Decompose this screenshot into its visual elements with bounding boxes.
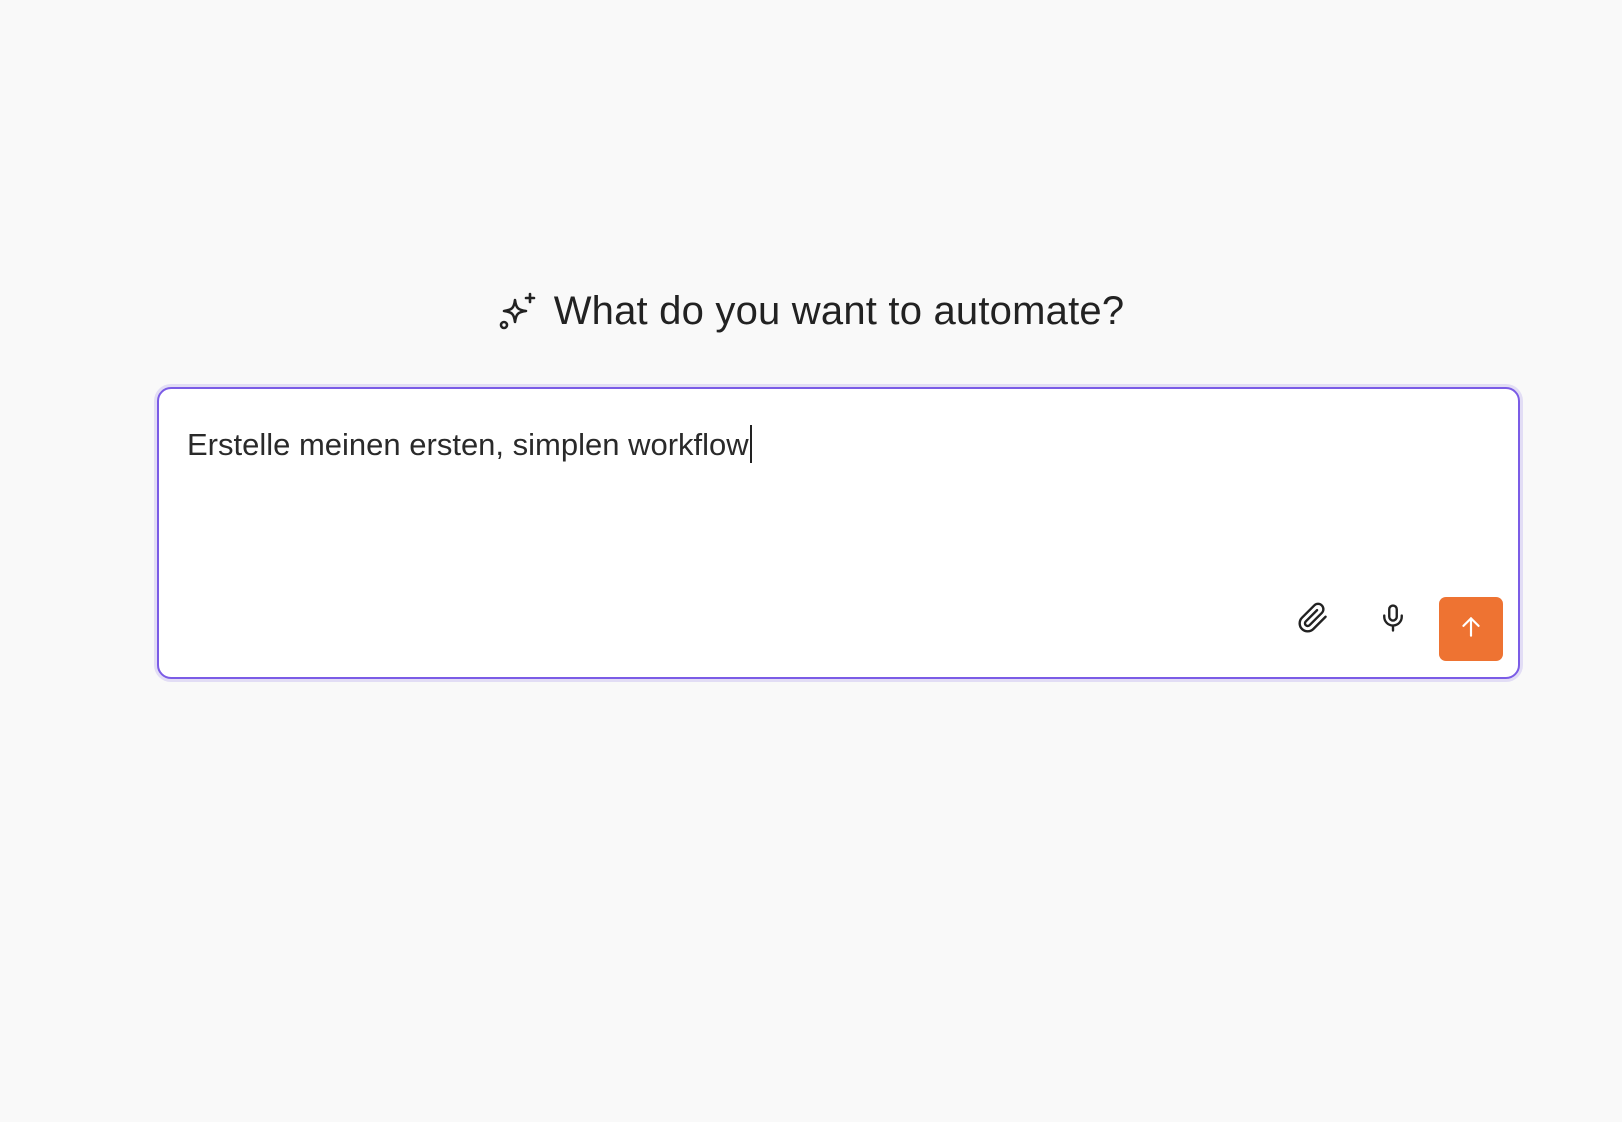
sparkle-icon [498,291,538,331]
microphone-icon [1378,603,1408,638]
prompt-text: Erstelle meinen ersten, simplen workflow [187,427,749,462]
page-title: What do you want to automate? [553,289,1125,333]
text-caret [749,425,752,463]
paperclip-icon [1297,602,1329,639]
page-heading: What do you want to automate? [0,286,1622,336]
arrow-up-icon [1458,614,1484,645]
prompt-input[interactable]: Erstelle meinen ersten, simplen workflow [187,425,752,465]
send-button[interactable] [1439,597,1503,661]
attach-button[interactable] [1291,598,1335,642]
prompt-box[interactable]: Erstelle meinen ersten, simplen workflow [157,387,1520,679]
microphone-button[interactable] [1371,598,1415,642]
